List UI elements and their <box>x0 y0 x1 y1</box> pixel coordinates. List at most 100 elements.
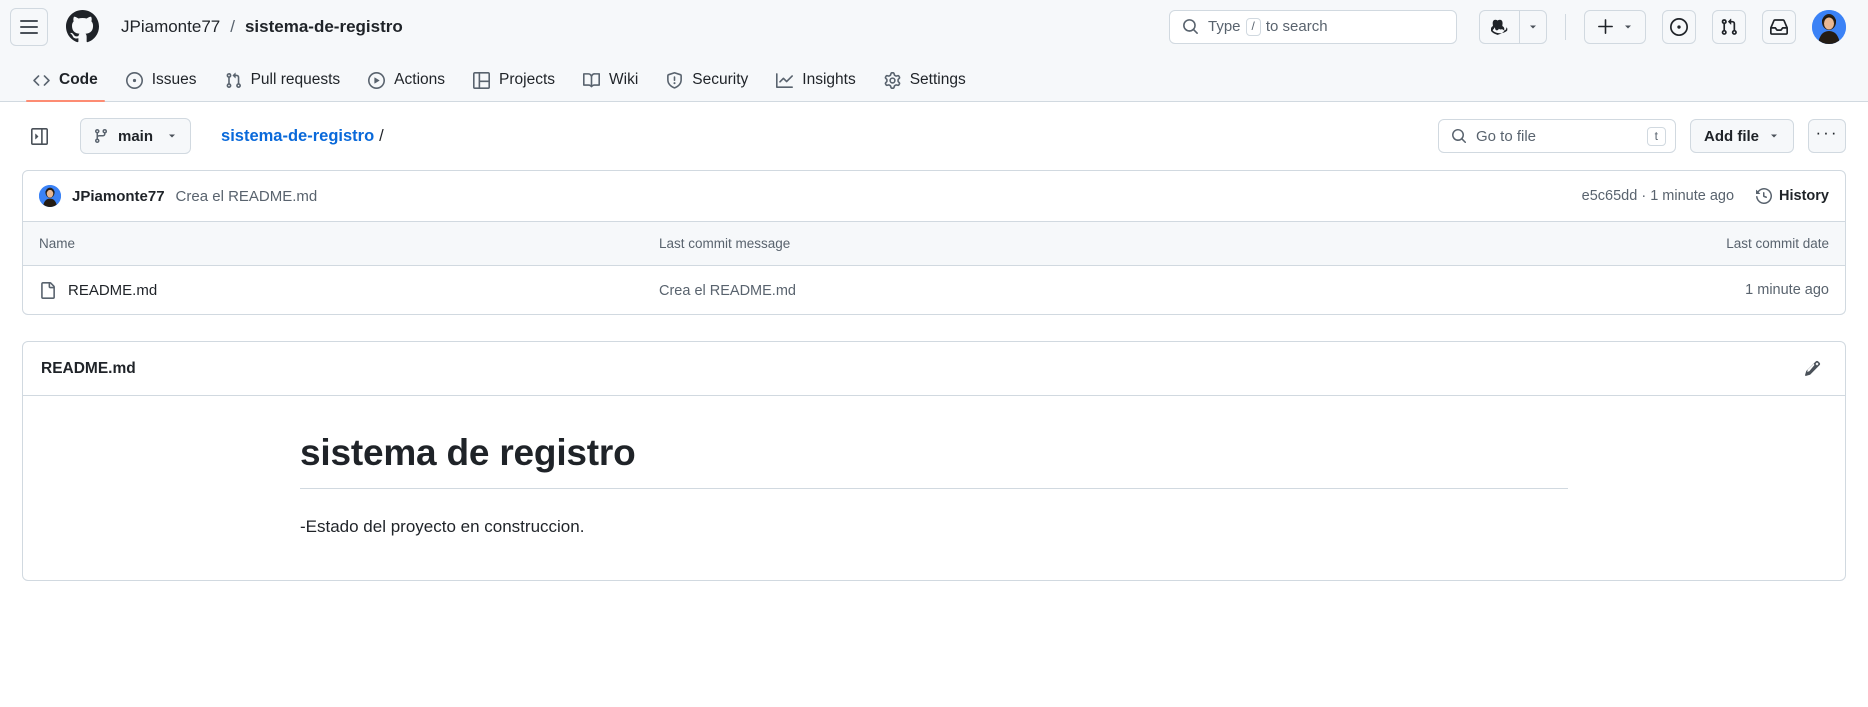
search-icon <box>1452 129 1467 144</box>
table-icon <box>473 71 491 89</box>
repo-tab-actions[interactable]: Actions <box>357 71 456 101</box>
repo-tab-insights-label: Insights <box>802 71 856 88</box>
copilot-button[interactable] <box>1479 9 1519 44</box>
repo-tab-issues-label: Issues <box>151 71 197 88</box>
breadcrumb-repo-link[interactable]: sistema-de-registro <box>245 17 403 37</box>
pull-requests-button[interactable] <box>1712 9 1746 44</box>
repo-tab-code-label: Code <box>59 71 98 88</box>
copilot-dropdown-button[interactable] <box>1519 9 1547 44</box>
search-slash-key: / <box>1245 17 1261 36</box>
commit-sha[interactable]: e5c65dd <box>1582 188 1638 204</box>
go-to-file-input[interactable]: Go to file t <box>1438 119 1676 153</box>
pencil-icon <box>1804 360 1820 376</box>
breadcrumb-separator: / <box>230 16 235 36</box>
issues-button[interactable] <box>1662 9 1696 44</box>
repo-tab-wiki[interactable]: Wiki <box>572 71 649 101</box>
issue-opened-icon <box>125 71 143 89</box>
main-content: main sistema-de-registro / Go to file t … <box>0 102 1868 582</box>
plus-icon <box>1597 19 1613 34</box>
repo-tab-code[interactable]: Code <box>22 71 109 102</box>
breadcrumb-owner-link[interactable]: JPiamonte77 <box>121 17 220 37</box>
search-input[interactable]: Type / to search <box>1169 9 1457 44</box>
copilot-button-group <box>1479 9 1547 44</box>
notifications-inbox-button[interactable] <box>1762 9 1796 44</box>
commit-history-link[interactable]: History <box>1756 188 1829 204</box>
commit-relative-time: 1 minute ago <box>1650 188 1735 204</box>
latest-commit-bar: JPiamonte77 Crea el README.md e5c65dd · … <box>22 170 1846 222</box>
header-actions: Type / to search <box>1169 9 1846 44</box>
readme-paragraph: -Estado del proyecto en construccion. <box>300 517 585 536</box>
readme-body: sistema de registro -Estado del proyecto… <box>23 396 1845 580</box>
chevron-down-icon <box>1624 25 1631 28</box>
commit-sha-and-time: e5c65dd · 1 minute ago <box>1582 188 1734 204</box>
more-options-button[interactable]: ··· <box>1808 119 1846 153</box>
file-link-readme[interactable]: README.md <box>68 282 157 299</box>
readme-header: README.md <box>23 342 1845 396</box>
edit-readme-button[interactable] <box>1797 354 1827 384</box>
branch-selector-button[interactable]: main <box>80 118 192 154</box>
issue-opened-icon <box>1670 17 1688 36</box>
file-icon <box>39 281 56 299</box>
hamburger-menu-button[interactable] <box>10 7 48 46</box>
latest-commit-meta: e5c65dd · 1 minute ago History <box>1582 188 1829 204</box>
commit-author-avatar[interactable] <box>39 185 61 207</box>
repo-tab-projects[interactable]: Projects <box>462 71 566 101</box>
file-toolbar-actions: Go to file t Add file ··· <box>1438 119 1846 153</box>
file-row-date-cell: 1 minute ago <box>1745 282 1829 298</box>
table-row[interactable]: README.md Crea el README.md 1 minute ago <box>23 266 1845 314</box>
commit-author-name[interactable]: JPiamonte77 <box>72 188 165 205</box>
history-label: History <box>1779 188 1829 204</box>
file-row-name-cell: README.md <box>39 281 659 299</box>
commit-message[interactable]: Crea el README.md <box>176 188 318 205</box>
repo-tab-pull-requests-label: Pull requests <box>250 71 341 88</box>
repo-tab-insights[interactable]: Insights <box>765 71 866 101</box>
gear-icon <box>884 71 901 89</box>
search-placeholder: Type / to search <box>1208 17 1328 36</box>
repo-tab-actions-label: Actions <box>394 71 446 88</box>
search-placeholder-prefix: Type <box>1208 18 1241 35</box>
avatar-image <box>39 185 61 207</box>
git-pull-request-icon <box>225 72 242 89</box>
chevron-down-icon <box>1771 134 1777 138</box>
user-avatar[interactable] <box>1812 9 1846 44</box>
repo-tab-wiki-label: Wiki <box>609 71 639 88</box>
github-logo-icon <box>66 10 99 43</box>
readme-markdown-content: sistema de registro -Estado del proyecto… <box>300 432 1568 540</box>
avatar-image <box>1812 9 1846 44</box>
repo-tab-settings-label: Settings <box>909 71 966 88</box>
breadcrumb-trailing-slash: / <box>379 126 384 145</box>
add-file-button[interactable]: Add file <box>1690 119 1794 153</box>
git-pull-request-icon <box>1721 18 1737 35</box>
global-header: JPiamonte77 / sistema-de-registro Type /… <box>0 0 1868 54</box>
repo-tab-security-label: Security <box>692 71 749 88</box>
shield-icon <box>666 71 683 89</box>
header-breadcrumb: JPiamonte77 / sistema-de-registro <box>121 17 403 37</box>
repo-tab-issues[interactable]: Issues <box>115 71 208 101</box>
chevron-down-icon <box>1530 25 1536 28</box>
file-path-breadcrumb: sistema-de-registro / <box>221 127 384 146</box>
file-listing-table: Name Last commit message Last commit dat… <box>22 222 1846 315</box>
repo-tab-settings[interactable]: Settings <box>873 71 977 101</box>
git-branch-icon <box>94 129 107 144</box>
file-table-header: Name Last commit message Last commit dat… <box>23 222 1845 266</box>
search-icon <box>1183 19 1198 34</box>
book-icon <box>583 72 601 89</box>
file-toolbar: main sistema-de-registro / Go to file t … <box>22 102 1846 170</box>
repo-tab-projects-label: Projects <box>499 71 556 88</box>
column-header-last-commit-message: Last commit message <box>659 236 791 251</box>
play-icon <box>368 71 386 89</box>
sidebar-toggle-button[interactable] <box>22 119 56 153</box>
repo-tab-security[interactable]: Security <box>655 71 759 101</box>
repo-tab-pull-requests[interactable]: Pull requests <box>214 71 352 101</box>
create-new-button[interactable] <box>1584 9 1646 44</box>
readme-panel: README.md sistema de registro -Estado de… <box>22 341 1846 582</box>
go-to-file-shortcut-key: t <box>1646 126 1666 146</box>
sidebar-expand-icon <box>30 127 48 145</box>
file-row-message-cell: Crea el README.md <box>659 282 1659 299</box>
github-logo-link[interactable] <box>66 10 99 43</box>
graph-icon <box>776 72 794 89</box>
commit-meta-separator: · <box>1641 188 1647 204</box>
hamburger-icon <box>20 25 38 28</box>
file-row-commit-message[interactable]: Crea el README.md <box>659 283 796 299</box>
breadcrumb-repo-root-link[interactable]: sistema-de-registro <box>221 127 374 146</box>
